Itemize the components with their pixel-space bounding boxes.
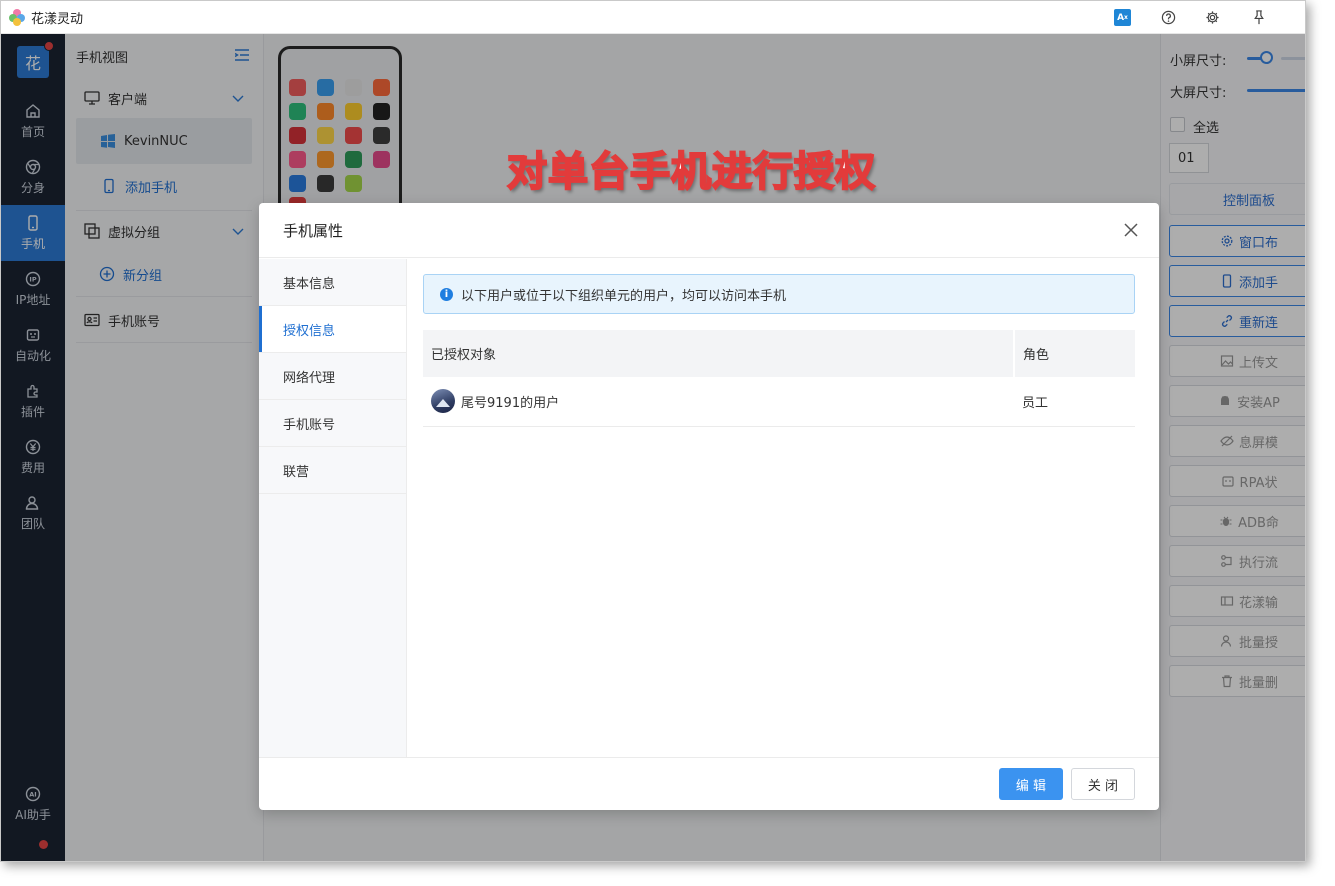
window-title: 花漾灵动 [31,11,84,27]
tab-label: 授权信息 [283,323,336,339]
table-row[interactable]: 尾号9191的用户 员工 [423,377,1135,427]
tab-label: 联营 [283,464,310,480]
pin-icon[interactable] [1250,9,1267,26]
tab-label: 基本信息 [283,276,336,292]
tab-basic-info[interactable]: 基本信息 [259,259,406,306]
tab-authorization[interactable]: 授权信息 [259,306,406,353]
phone-properties-dialog: 手机属性 基本信息 授权信息 网络代理 手机账号 联营 i 以下用户或位于以下组… [259,203,1159,810]
edit-button[interactable]: 编 辑 [999,768,1063,800]
help-icon[interactable] [1160,9,1177,26]
close-icon[interactable] [1123,222,1139,238]
info-icon: i [440,287,453,301]
role-cell: 员工 [1014,377,1135,427]
settings-icon[interactable] [1204,9,1221,26]
title-bar: 花漾灵动 Ax [1,1,1305,34]
authorized-user-name: 尾号9191的用户 [461,395,560,411]
dialog-body: i 以下用户或位于以下组织单元的用户，均可以访问本手机 已授权对象 角色 尾号9… [407,259,1159,757]
dialog-title: 手机属性 [283,221,344,240]
tab-joint-operation[interactable]: 联营 [259,447,406,494]
dialog-footer: 编 辑 关 闭 [259,757,1159,810]
avatar [431,389,455,414]
column-header-authorized-object: 已授权对象 [423,330,1014,377]
info-alert-text: 以下用户或位于以下组织单元的用户，均可以访问本手机 [461,288,787,304]
dialog-header: 手机属性 [259,203,1159,258]
tab-label: 手机账号 [283,417,336,433]
column-header-role: 角色 [1013,330,1135,377]
authorized-table: 已授权对象 角色 尾号9191的用户 员工 [423,330,1135,427]
table-header-row: 已授权对象 角色 [423,330,1135,377]
tab-label: 网络代理 [283,370,336,386]
info-alert: i 以下用户或位于以下组织单元的用户，均可以访问本手机 [423,274,1135,314]
authorized-object-cell: 尾号9191的用户 [423,377,1014,427]
translate-icon[interactable]: Ax [1114,9,1131,26]
tab-network-proxy[interactable]: 网络代理 [259,353,406,400]
overlay-caption: 对单台手机进行授权 [506,148,876,196]
tab-phone-account[interactable]: 手机账号 [259,400,406,447]
app-window: 花漾灵动 Ax 花 首页 分身 手机 IP IP地址 自动化 插件 费用 团队 … [0,0,1306,862]
close-button[interactable]: 关 闭 [1071,768,1135,800]
dialog-nav: 基本信息 授权信息 网络代理 手机账号 联营 [259,259,407,757]
app-logo-icon [9,9,25,26]
